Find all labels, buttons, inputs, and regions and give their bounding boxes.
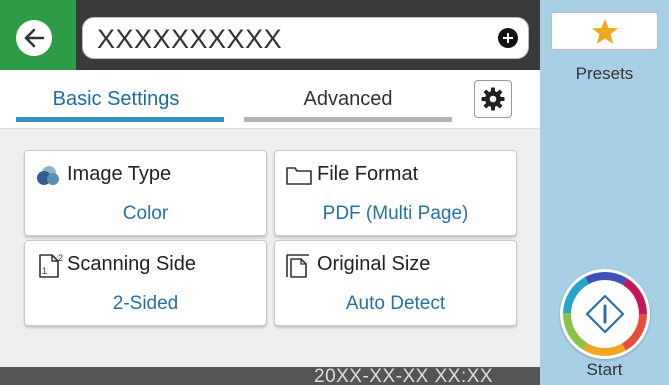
original-size-value: Auto Detect: [345, 293, 446, 314]
destination-value: XXXXXXXXXX: [97, 24, 283, 54]
sidebar: Presets Start: [540, 0, 669, 385]
destination-field[interactable]: XXXXXXXXXX: [82, 17, 529, 59]
folder-icon: [286, 167, 312, 185]
tab-indicator: [244, 117, 452, 122]
tab-basic-settings-label: Basic Settings: [52, 88, 180, 110]
image-type-card[interactable]: Image Type Color: [24, 150, 267, 236]
back-button[interactable]: [14, 18, 54, 58]
image-type-value: Color: [122, 203, 169, 224]
scanning-side-title: Scanning Side: [67, 253, 196, 275]
start-button[interactable]: [560, 269, 650, 359]
svg-text:1: 1: [42, 266, 47, 276]
settings-grid: Image Type Color File Format PDF (Multi …: [0, 129, 540, 367]
original-size-title: Original Size: [317, 253, 431, 275]
tab-advanced-label: Advanced: [303, 88, 393, 110]
file-format-value: PDF (Multi Page): [322, 203, 469, 224]
start-diamond-icon: [563, 272, 647, 356]
file-format-card[interactable]: File Format PDF (Multi Page): [274, 150, 517, 236]
header-bar: XXXXXXXXXX: [0, 0, 540, 70]
original-size-card[interactable]: Original Size Auto Detect: [274, 240, 517, 326]
datetime-display: 20XX-XX-XX XX:XX: [314, 367, 494, 385]
image-type-title: Image Type: [67, 163, 172, 185]
tab-basic-settings[interactable]: Basic Settings: [8, 70, 224, 128]
image-type-icon: [37, 166, 59, 185]
scanning-side-icon: 1 2: [39, 253, 63, 278]
svg-text:2: 2: [58, 253, 63, 263]
file-format-title: File Format: [317, 163, 419, 185]
tab-selected-indicator: [16, 117, 224, 122]
plus-icon[interactable]: [498, 28, 518, 48]
gear-icon: [481, 87, 505, 111]
scanning-side-value: 2-Sided: [112, 293, 179, 314]
back-arrow-icon: [24, 28, 45, 48]
star-icon: [592, 19, 618, 44]
main-panel: XXXXXXXXXX Basic Settings Advanced Image…: [0, 0, 540, 385]
scanning-side-card[interactable]: 1 2 Scanning Side 2-Sided: [24, 240, 267, 326]
settings-button[interactable]: [474, 80, 512, 118]
tab-advanced[interactable]: Advanced: [244, 70, 452, 128]
original-size-icon: [286, 254, 309, 278]
presets-button[interactable]: [551, 12, 658, 50]
back-button-area[interactable]: [0, 0, 76, 70]
status-bar: 20XX-XX-XX XX:XX: [0, 367, 540, 385]
start-label: Start: [586, 360, 623, 379]
tab-bar: Basic Settings Advanced: [0, 70, 540, 129]
presets-label: Presets: [575, 64, 634, 83]
